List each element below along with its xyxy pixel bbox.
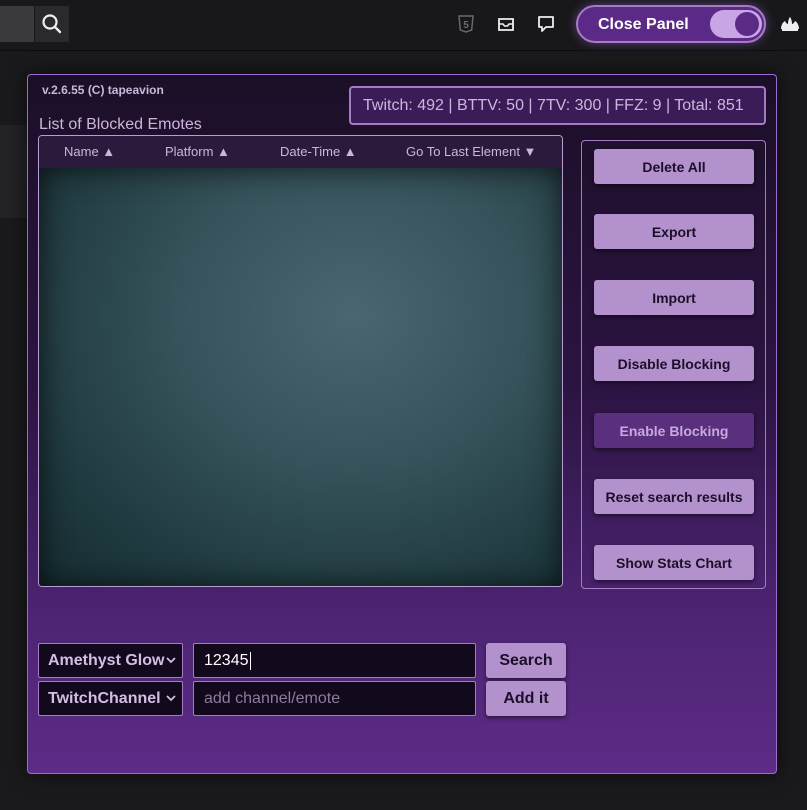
theme-select[interactable]: Amethyst Glow [38, 643, 183, 678]
export-button[interactable]: Export [594, 214, 754, 249]
close-panel-label: Close Panel [598, 16, 689, 33]
go-to-last-element[interactable]: Go To Last Element ▼ [406, 144, 536, 159]
stats-counter: Twitch: 492 | BTTV: 50 | 7TV: 300 | FFZ:… [349, 86, 766, 125]
close-panel-button[interactable]: Close Panel [576, 5, 766, 43]
top-search-input[interactable] [0, 6, 34, 42]
top-search-button[interactable] [35, 6, 69, 42]
column-platform-sort[interactable]: Platform ▲ [165, 144, 230, 159]
disable-blocking-button[interactable]: Disable Blocking [594, 346, 754, 381]
text-caret [249, 651, 251, 670]
import-button[interactable]: Import [594, 280, 754, 315]
panel-toggle-switch[interactable] [710, 10, 762, 38]
add-it-button[interactable]: Add it [486, 681, 566, 716]
crown-icon[interactable] [779, 13, 801, 35]
background-strip [0, 125, 28, 218]
column-name-sort[interactable]: Name ▲ [64, 144, 115, 159]
list-body[interactable] [39, 168, 562, 586]
search-input[interactable]: 12345 [193, 643, 476, 678]
enable-blocking-button[interactable]: Enable Blocking [594, 413, 754, 448]
toggle-knob [735, 12, 759, 36]
type-select-value: TwitchChannel [48, 689, 161, 707]
top-navigation-bar: 5 Close Panel [0, 0, 807, 51]
type-select[interactable]: TwitchChannel [38, 681, 183, 716]
show-stats-chart-button[interactable]: Show Stats Chart [594, 545, 754, 580]
list-title: List of Blocked Emotes [39, 116, 202, 133]
add-input-placeholder: add channel/emote [204, 689, 341, 707]
theme-select-value: Amethyst Glow [48, 651, 165, 669]
version-label: v.2.6.55 (C) tapeavion [42, 83, 164, 97]
chevron-down-icon [166, 657, 176, 664]
emote-blocker-panel: v.2.6.55 (C) tapeavion Twitch: 492 | BTT… [27, 74, 777, 774]
add-channel-emote-input[interactable]: add channel/emote [193, 681, 476, 716]
reset-search-button[interactable]: Reset search results [594, 479, 754, 514]
chat-icon[interactable] [535, 13, 557, 35]
search-input-value: 12345 [204, 651, 249, 669]
chevron-down-icon [166, 695, 176, 702]
delete-all-button[interactable]: Delete All [594, 149, 754, 184]
column-datetime-sort[interactable]: Date-Time ▲ [280, 144, 357, 159]
list-header: Name ▲ Platform ▲ Date-Time ▲ Go To Last… [39, 136, 562, 169]
search-button[interactable]: Search [486, 643, 566, 678]
inbox-icon[interactable] [495, 13, 517, 35]
blocked-emotes-list[interactable]: Name ▲ Platform ▲ Date-Time ▲ Go To Last… [38, 135, 563, 587]
svg-text:5: 5 [463, 20, 469, 31]
search-icon [42, 14, 62, 34]
action-buttons-column: Delete All Export Import Disable Blockin… [581, 140, 766, 589]
html5-icon[interactable]: 5 [455, 13, 477, 35]
